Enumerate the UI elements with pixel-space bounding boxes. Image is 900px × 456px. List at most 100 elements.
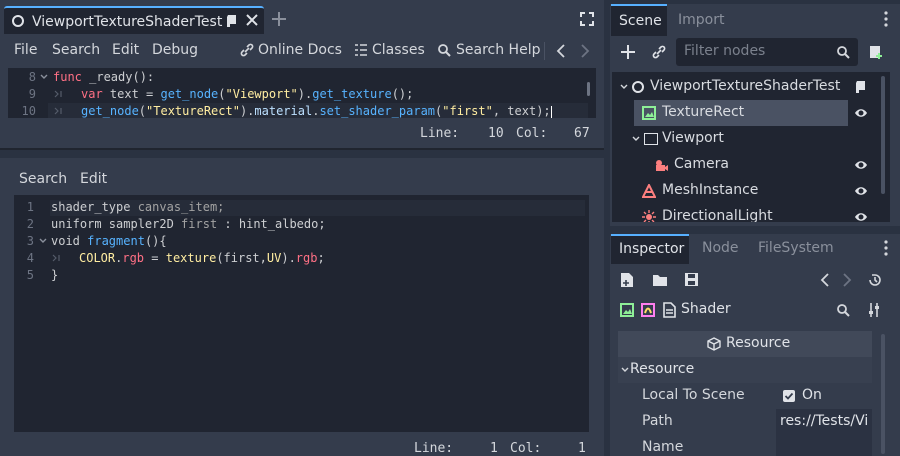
tab-filesystem[interactable]: FileSystem: [758, 240, 834, 256]
menu-icon[interactable]: [884, 11, 888, 27]
col-label: Col:: [516, 126, 548, 141]
search-help-button[interactable]: Search Help: [456, 42, 540, 58]
line-number: 9: [28, 87, 36, 101]
script-icon[interactable]: [855, 80, 867, 94]
link-icon[interactable]: [652, 45, 666, 59]
classes-button[interactable]: Classes: [372, 42, 425, 58]
script-tab-title: ViewportTextureShaderTest: [32, 14, 223, 30]
scene-tree: ViewportTextureShaderTest TextureRect Vi…: [612, 72, 890, 222]
visibility-icon[interactable]: [854, 211, 868, 222]
line-value: 1: [490, 441, 498, 456]
resource-group-header[interactable]: Resource: [618, 357, 872, 383]
search-icon[interactable]: [836, 303, 850, 317]
tab-scene[interactable]: Scene: [611, 4, 667, 36]
open-folder-icon[interactable]: [652, 273, 668, 287]
line-number: 3: [26, 234, 34, 248]
viewport-icon: [644, 133, 658, 145]
link-icon: [240, 43, 254, 57]
prop-local-to-scene: Local To Scene On: [642, 387, 822, 403]
tree-item[interactable]: DirectionalLight: [612, 204, 890, 222]
col-value: 1: [578, 441, 586, 456]
code-line: get_node("TextureRect").material.set_sha…: [81, 104, 552, 118]
code-line: var text = get_node("Viewport").get_text…: [81, 87, 414, 101]
close-icon[interactable]: [246, 14, 258, 26]
chevron-down-icon[interactable]: [620, 84, 628, 90]
visibility-icon[interactable]: [854, 107, 868, 119]
separator: [544, 42, 545, 60]
add-node-icon[interactable]: [620, 44, 636, 60]
save-icon[interactable]: [684, 272, 699, 287]
tab-import[interactable]: Import: [678, 12, 724, 28]
menu-edit[interactable]: Edit: [112, 42, 139, 58]
line-number: 4: [26, 251, 34, 265]
tab-indent-icon: [54, 90, 62, 98]
shader-menu-search[interactable]: Search: [19, 171, 67, 187]
scrollbar[interactable]: [881, 76, 885, 194]
line-number: 5: [26, 268, 34, 282]
line-number: 8: [28, 70, 36, 84]
code-line: func _ready():: [53, 70, 155, 84]
script-icon[interactable]: [226, 14, 238, 28]
shader-icon: [663, 302, 676, 318]
light-icon: [642, 210, 656, 222]
visibility-icon[interactable]: [854, 159, 868, 171]
col-label: Col:: [510, 441, 542, 456]
tree-item[interactable]: Viewport: [612, 126, 890, 152]
resource-section-header[interactable]: Resource: [618, 331, 872, 357]
line-number: 10: [21, 104, 36, 118]
menu-debug[interactable]: Debug: [152, 42, 198, 58]
name-field[interactable]: [776, 435, 872, 456]
menu-search[interactable]: Search: [52, 42, 100, 58]
text-cursor: [550, 105, 552, 118]
menu-file[interactable]: File: [14, 42, 37, 58]
tree-item-selected[interactable]: TextureRect: [612, 100, 890, 126]
scrollbar[interactable]: [881, 334, 885, 454]
scrollbar[interactable]: [587, 82, 590, 96]
mesh-instance-icon: [642, 184, 656, 198]
fullscreen-icon[interactable]: [580, 12, 594, 26]
forward-icon[interactable]: [580, 44, 590, 58]
line-number: 1: [26, 200, 34, 214]
instance-scene-icon[interactable]: [868, 44, 884, 60]
object-properties-icon[interactable]: [867, 302, 881, 318]
online-docs-button[interactable]: Online Docs: [258, 42, 342, 58]
node-icon: [632, 81, 644, 93]
texture-rect-icon: [620, 303, 634, 317]
tab-node[interactable]: Node: [702, 240, 739, 256]
tree-item[interactable]: ViewportTextureShaderTest: [612, 74, 890, 100]
chevron-down-icon[interactable]: [632, 136, 640, 142]
shader-code-editor[interactable]: 1 2 3 4 5 shader_type canvas_item; unifo…: [14, 195, 589, 432]
code-line: }: [51, 268, 59, 282]
line-value: 10: [488, 126, 504, 141]
line-label: Line:: [414, 441, 454, 456]
local-to-scene-value: On: [802, 387, 822, 403]
node-icon: [12, 15, 24, 27]
add-tab-icon[interactable]: [272, 12, 286, 26]
path-field[interactable]: res://Tests/Vi: [776, 409, 872, 435]
back-icon[interactable]: [556, 44, 566, 58]
tab-inspector[interactable]: Inspector: [611, 234, 689, 264]
history-icon[interactable]: [868, 273, 882, 287]
filter-nodes-input[interactable]: Filter nodes: [676, 38, 858, 66]
forward-icon[interactable]: [842, 273, 852, 287]
object-name: Shader: [681, 301, 731, 317]
search-help-icon: [437, 43, 451, 57]
new-resource-icon[interactable]: [620, 272, 634, 288]
line-label: Line:: [420, 126, 460, 141]
visibility-icon[interactable]: [854, 185, 868, 197]
fold-arrow-icon[interactable]: [40, 74, 48, 80]
back-icon[interactable]: [820, 273, 830, 287]
search-icon: [836, 45, 850, 59]
menu-icon[interactable]: [884, 240, 888, 256]
script-tab[interactable]: ViewportTextureShaderTest: [4, 6, 264, 34]
code-line: uniform sampler2D first : hint_albedo;: [51, 217, 326, 231]
shader-menu-edit[interactable]: Edit: [80, 171, 107, 187]
classes-icon: [354, 43, 368, 57]
code-line: shader_type canvas_item;: [51, 200, 225, 214]
tree-item[interactable]: Camera: [612, 152, 890, 178]
fold-arrow-icon[interactable]: [39, 238, 47, 244]
checkbox-checked-icon[interactable]: [783, 390, 795, 402]
texture-rect-icon: [642, 106, 656, 120]
tree-item[interactable]: MeshInstance: [612, 178, 890, 204]
script-code-editor[interactable]: 8 func _ready(): 9 var text = get_node("…: [8, 68, 596, 118]
